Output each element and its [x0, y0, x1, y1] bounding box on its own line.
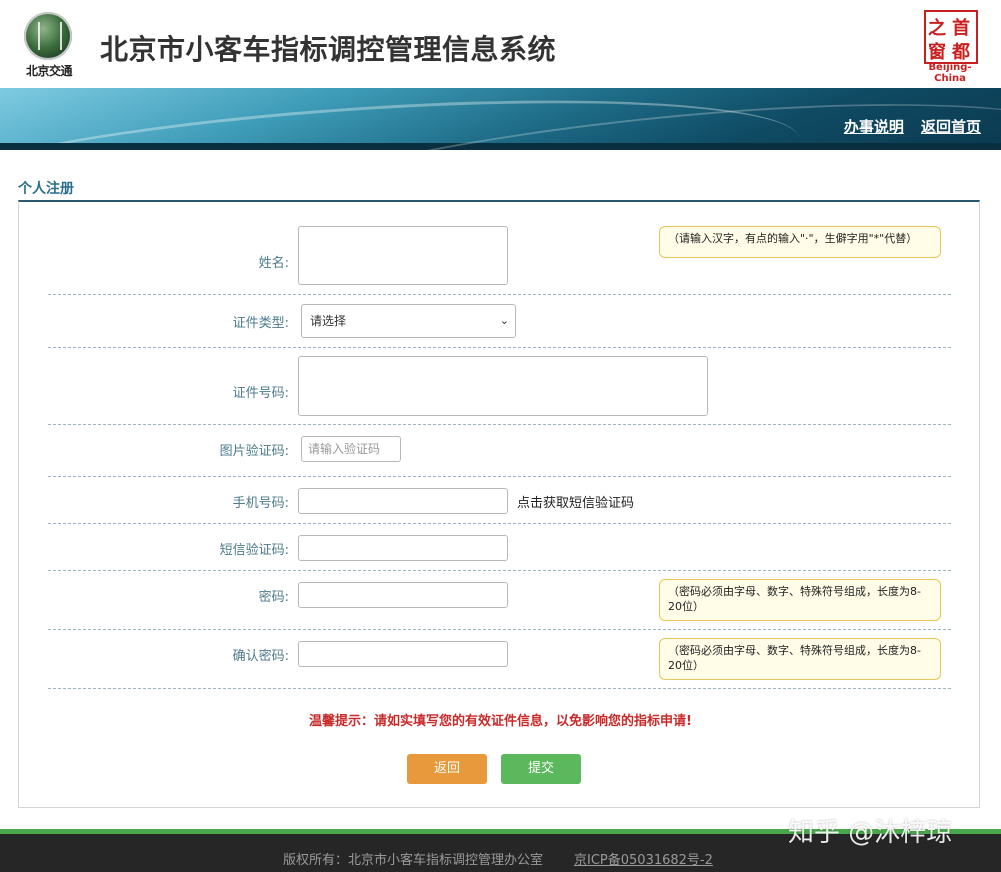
brand-english-text: Beijing-China: [928, 62, 972, 84]
brand-char-1: 之: [928, 18, 946, 39]
id-type-label: 证件类型:: [232, 316, 289, 331]
zhihu-watermark: 知乎 @沐梓琼: [788, 818, 953, 848]
confirm-password-label: 确认密码:: [232, 649, 289, 664]
name-label: 姓名:: [258, 256, 289, 271]
beijing-transport-logo: 北京交通: [18, 10, 80, 78]
password-input[interactable]: [298, 582, 508, 608]
warning-message: 温馨提示：请如实填写您的有效证件信息，以免影响您的指标申请!: [309, 714, 692, 729]
captcha-label: 图片验证码:: [219, 444, 289, 459]
chevron-down-icon: ⌄: [499, 314, 509, 327]
copyright-text: 版权所有：北京市小客车指标调控管理办公室: [283, 853, 544, 868]
back-button[interactable]: 返回: [407, 754, 487, 784]
icp-link[interactable]: 京ICP备05031682号-2: [574, 849, 713, 868]
confirm-password-input[interactable]: [298, 641, 508, 667]
phone-label: 手机号码:: [232, 496, 289, 511]
password-hint: （密码必须由字母、数字、特殊符号组成，长度为8-20位）: [659, 579, 941, 621]
name-hint: （请输入汉字，有点的输入"·"，生僻字用"*"代替）: [659, 226, 941, 258]
capital-window-logo: 之 首 窗 都 Beijing-China: [920, 10, 980, 84]
brand-char-3: 窗: [928, 42, 946, 63]
form-row-captcha: 图片验证码:: [48, 424, 951, 477]
get-sms-code-link[interactable]: 点击获取短信验证码: [517, 492, 634, 511]
banner-divider: [0, 143, 1001, 150]
instructions-link[interactable]: 办事说明: [844, 118, 904, 136]
section-title: 个人注册: [18, 181, 74, 197]
brand-char-4: 都: [952, 42, 970, 63]
brand-char-2: 首: [952, 18, 970, 39]
site-title: 北京市小客车指标调控管理信息系统: [100, 33, 557, 66]
header-banner: 办事说明 返回首页: [0, 88, 1001, 150]
submit-button[interactable]: 提交: [501, 754, 581, 784]
captcha-input[interactable]: 请输入验证码: [301, 436, 401, 462]
logo-text: 北京交通: [25, 64, 73, 78]
id-type-value: 请选择: [310, 314, 347, 328]
sms-code-input[interactable]: [298, 535, 508, 561]
site-header: 北京交通 北京市小客车指标调控管理信息系统 之 首 窗 都 Beijing-Ch…: [0, 0, 1001, 88]
id-type-select[interactable]: 请选择 ⌄: [301, 304, 516, 338]
name-input[interactable]: [298, 226, 508, 285]
confirm-password-hint: （密码必须由字母、数字、特殊符号组成，长度为8-20位）: [659, 638, 941, 680]
password-label: 密码:: [258, 590, 289, 605]
logo-emblem-icon: [24, 12, 72, 60]
brand-seal-icon: 之 首 窗 都: [924, 10, 978, 64]
id-number-input[interactable]: [298, 356, 708, 416]
phone-input[interactable]: [298, 488, 508, 514]
id-number-label: 证件号码:: [232, 386, 289, 401]
sms-code-label: 短信验证码:: [219, 543, 289, 558]
return-home-link[interactable]: 返回首页: [921, 118, 981, 136]
banner-nav: 办事说明 返回首页: [832, 116, 981, 137]
